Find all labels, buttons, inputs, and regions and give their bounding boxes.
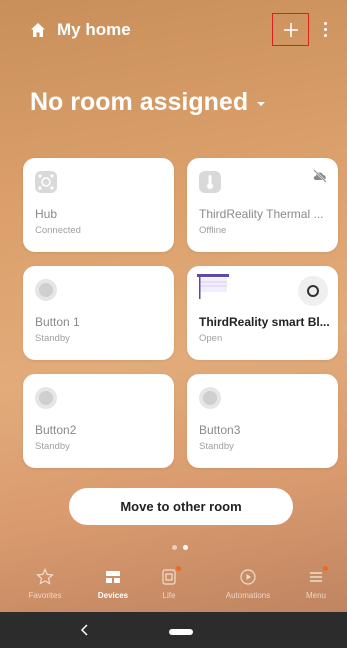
star-icon [36,568,54,585]
more-options-button[interactable] [316,18,334,40]
device-name: ThirdReality Thermal ... [199,207,324,221]
add-button[interactable] [272,13,309,46]
plus-icon [283,22,298,37]
power-toggle-button[interactable] [298,276,328,306]
page-dot-active [183,545,188,550]
nav-favorites[interactable]: Favorites [15,568,75,600]
device-name: Button2 [35,423,77,437]
nav-label: Life [162,591,176,600]
devices-icon [106,571,120,583]
nav-life[interactable]: Life [139,566,199,600]
more-vertical-icon [323,21,327,25]
menu-icon [310,572,322,582]
top-bar: My home [0,0,347,58]
device-status: Open [199,333,223,344]
button-icon [35,279,57,301]
device-name: Button3 [199,423,241,437]
notification-badge [323,566,328,571]
system-navigation-bar [0,612,347,648]
device-status: Standby [199,441,234,452]
home-gesture-button[interactable] [169,629,193,635]
page-indicator [172,545,188,550]
device-status: Offline [199,225,227,236]
button-icon [199,387,221,409]
home-title[interactable]: My home [57,20,131,40]
power-icon [307,285,319,297]
nav-menu[interactable]: Menu [286,566,346,600]
thermometer-icon [199,171,221,193]
device-card-button-1[interactable]: Button 1 Standby [23,266,174,360]
nav-label: Menu [305,591,326,600]
button-icon [35,387,57,409]
device-card-hub[interactable]: Hub Connected [23,158,174,252]
device-name: Button 1 [35,315,80,329]
device-card-button-2[interactable]: Button2 Standby [23,374,174,468]
notification-badge [176,566,181,571]
cloud-off-icon [313,169,327,183]
bottom-navigation: Favorites Devices Life Automations Menu [0,562,347,612]
device-card-thermal[interactable]: ThirdReality Thermal ... Offline [187,158,338,252]
device-name: ThirdReality smart Bl... [199,315,329,329]
device-card-button-3[interactable]: Button3 Standby [187,374,338,468]
home-icon[interactable] [30,22,46,38]
device-card-smart-blind[interactable]: ThirdReality smart Bl... Open [187,266,338,360]
caret-down-icon[interactable] [256,101,266,107]
life-icon [162,569,176,585]
play-circle-icon [240,569,256,585]
device-status: Connected [35,225,81,236]
device-status: Standby [35,441,70,452]
smartthings-screen: My home No room assigned Hub Connected T… [0,0,347,648]
blind-icon [197,274,229,299]
nav-label: Devices [97,591,129,600]
device-status: Standby [35,333,70,344]
hub-icon [35,171,57,193]
nav-label: Automations [225,591,271,600]
move-to-other-room-button[interactable]: Move to other room [69,488,293,525]
room-title[interactable]: No room assigned [30,88,248,117]
nav-devices[interactable]: Devices [83,568,143,600]
back-icon[interactable] [80,624,90,636]
nav-label: Favorites [28,591,62,600]
device-name: Hub [35,207,58,221]
nav-automations[interactable]: Automations [218,568,278,600]
page-dot [172,545,177,550]
